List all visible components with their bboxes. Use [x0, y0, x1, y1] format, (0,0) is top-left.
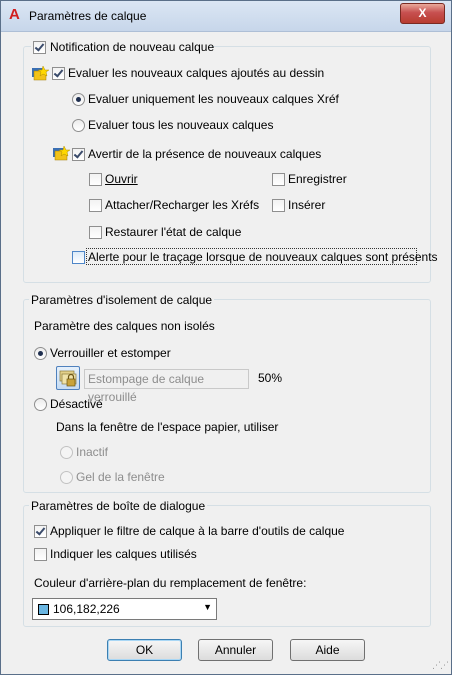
paper-space-label: Dans la fenêtre de l'espace papier, util…: [56, 420, 279, 434]
insert-checkbox[interactable]: [272, 199, 285, 212]
bg-color-label: Couleur d'arrière-plan du remplacement d…: [34, 576, 307, 590]
resize-grip-icon[interactable]: ⋰⋰: [432, 660, 449, 671]
radio-off[interactable]: [34, 398, 47, 411]
color-swatch: [38, 604, 49, 615]
notification-checkbox[interactable]: [33, 41, 46, 54]
bg-color-value: 106,182,226: [53, 602, 120, 616]
attach-reload-xref-label[interactable]: Attacher/Recharger les Xréfs: [105, 198, 259, 212]
layer-settings-dialog: A Paramètres de calque X Notification de…: [0, 0, 452, 675]
warn-checkbox[interactable]: [72, 148, 85, 161]
cancel-button[interactable]: Annuler: [198, 639, 273, 661]
close-button[interactable]: X: [400, 3, 445, 24]
autocad-a-icon: A: [9, 6, 20, 23]
notification-label: Notification de nouveau calque: [50, 40, 215, 54]
show-used-layers-label[interactable]: Indiquer les calques utilisés: [50, 547, 197, 561]
evaluate-checkbox[interactable]: [52, 67, 65, 80]
notification-legend[interactable]: Notification de nouveau calque: [31, 40, 215, 54]
lock-fade-icon: [59, 370, 77, 387]
radio-off-label[interactable]: Désactivé: [50, 397, 103, 411]
open-checkbox[interactable]: [89, 173, 102, 186]
attach-reload-xref-checkbox[interactable]: [89, 199, 102, 212]
insert-label[interactable]: Insérer: [288, 198, 325, 212]
fade-label-field: Estompage de calque verrouillé: [84, 369, 249, 404]
radio-evaluate-all[interactable]: [72, 119, 85, 132]
layers-icon: [32, 66, 49, 81]
plot-alert-label[interactable]: Alerte pour le traçage lorsque de nouvea…: [88, 250, 438, 264]
radio-evaluate-xref-label[interactable]: Evaluer uniquement les nouveaux calques …: [88, 92, 339, 106]
evaluate-label[interactable]: Evaluer les nouveaux calques ajoutés au …: [68, 66, 324, 80]
ok-button[interactable]: OK: [107, 639, 182, 661]
help-button[interactable]: Aide: [290, 639, 365, 661]
title-bar[interactable]: A Paramètres de calque X: [1, 1, 451, 32]
window-title: Paramètres de calque: [29, 9, 147, 23]
radio-inactive-label[interactable]: Inactif: [76, 445, 108, 459]
open-label[interactable]: Ouvrir: [105, 172, 138, 186]
radio-lock-and-fade-label[interactable]: Verrouiller et estomper: [50, 346, 171, 360]
restore-layer-state-label[interactable]: Restaurer l'état de calque: [105, 225, 241, 239]
layers-warning-icon: [53, 146, 70, 161]
radio-inactive[interactable]: [60, 446, 73, 459]
chevron-down-icon: ▼: [203, 602, 212, 612]
radio-viewport-freeze[interactable]: [60, 471, 73, 484]
restore-layer-state-checkbox[interactable]: [89, 226, 102, 239]
radio-evaluate-xref[interactable]: [72, 93, 85, 106]
warn-label[interactable]: Avertir de la présence de nouveaux calqu…: [88, 147, 321, 161]
radio-lock-and-fade[interactable]: [34, 347, 47, 360]
radio-viewport-freeze-label[interactable]: Gel de la fenêtre: [76, 470, 165, 484]
radio-evaluate-all-label[interactable]: Evaluer tous les nouveaux calques: [88, 118, 273, 132]
apply-filter-label[interactable]: Appliquer le filtre de calque à la barre…: [50, 524, 344, 538]
apply-filter-checkbox[interactable]: [34, 525, 47, 538]
save-checkbox[interactable]: [272, 173, 285, 186]
unisolated-subtitle: Paramètre des calques non isolés: [34, 319, 215, 333]
fade-value: 50%: [258, 371, 283, 385]
isolation-legend: Paramètres d'isolement de calque: [29, 293, 215, 307]
save-label[interactable]: Enregistrer: [288, 172, 347, 186]
dialog-params-legend: Paramètres de boîte de dialogue: [29, 499, 208, 513]
plot-alert-checkbox[interactable]: [72, 251, 85, 264]
show-used-layers-checkbox[interactable]: [34, 548, 47, 561]
lock-fade-button[interactable]: [56, 366, 80, 390]
bg-color-select[interactable]: 106,182,226 ▼: [32, 598, 217, 620]
